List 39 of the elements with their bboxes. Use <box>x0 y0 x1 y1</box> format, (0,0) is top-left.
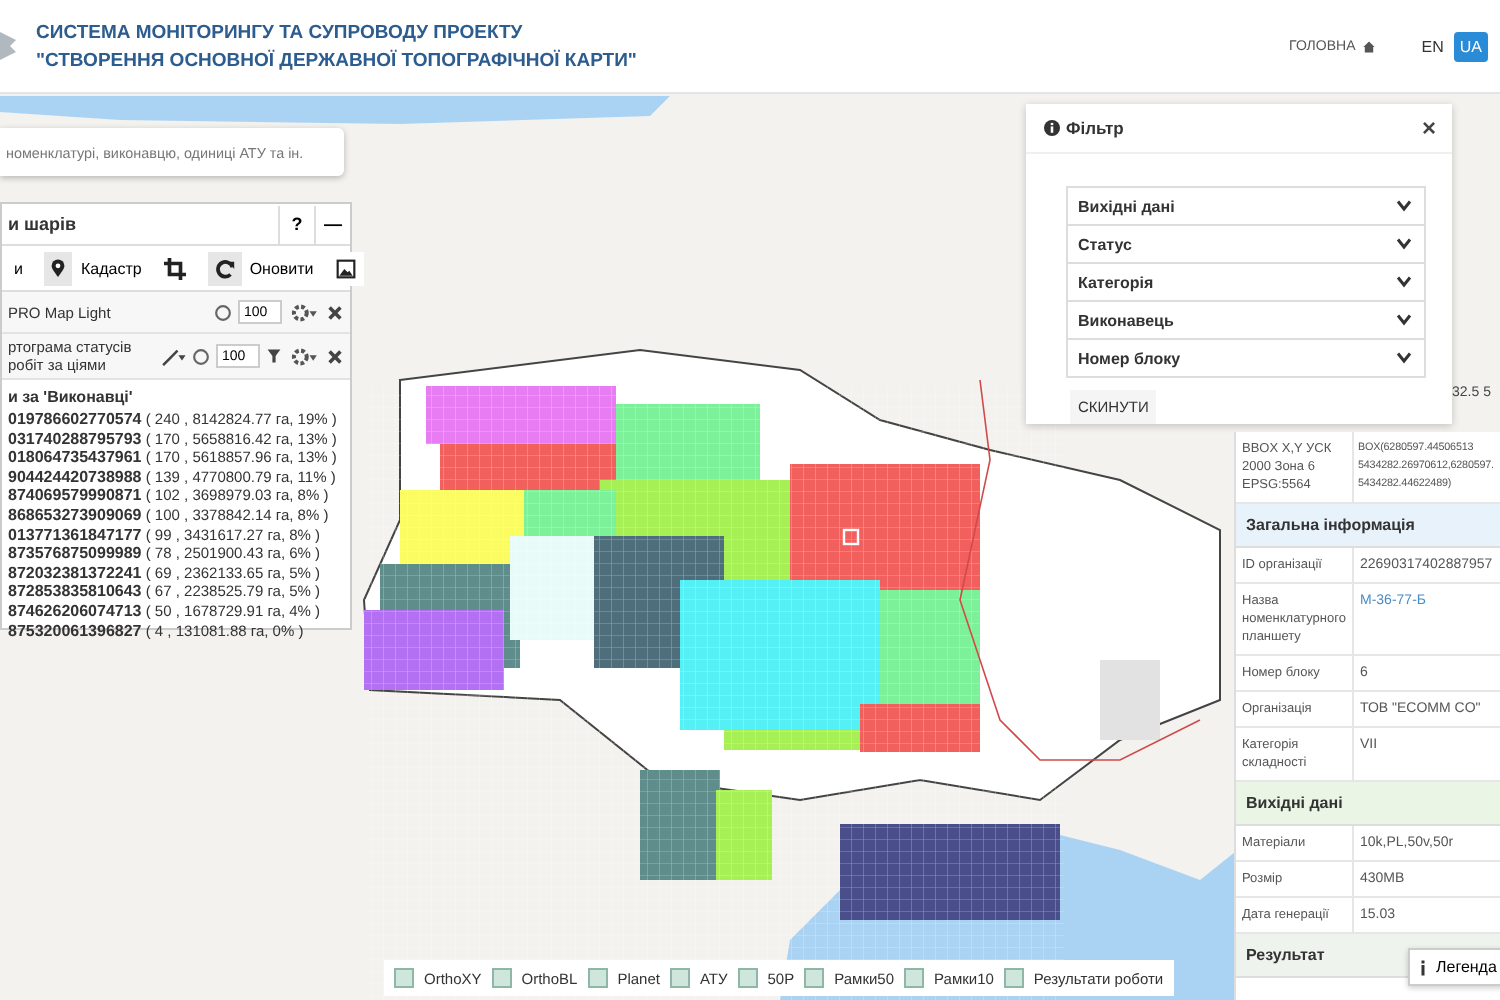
legend-title: и за 'Виконавці' <box>6 386 135 410</box>
filter-section[interactable]: Вихідні дані <box>1068 188 1424 226</box>
filter-title: Фільтр <box>1066 118 1126 138</box>
layer-checkbox[interactable] <box>804 968 825 988</box>
section-header: Вихідні дані <box>1236 782 1500 826</box>
close-icon[interactable] <box>326 303 344 321</box>
layer-checkbox[interactable] <box>587 968 608 988</box>
layer-checkbox[interactable] <box>904 968 925 988</box>
site-title: СИСТЕМА МОНІТОРИНГУ ТА СУПРОВОДУ ПРОЕКТУ <box>36 21 525 43</box>
close-icon[interactable] <box>326 347 344 365</box>
map-pin-icon <box>50 257 67 279</box>
home-icon <box>1361 39 1376 53</box>
panel-title: и шарів <box>8 214 79 234</box>
refresh-icon <box>213 257 236 279</box>
filter-section[interactable]: Категорія <box>1068 264 1424 302</box>
site-title: "СТВОРЕННЯ ОСНОВНОЇ ДЕРЖАВНОЇ ТОПОГРАФІЧНОЇ КАРТИ" <box>36 49 637 71</box>
close-button[interactable]: × <box>1417 114 1440 142</box>
section-header: Загальна інформація <box>1236 504 1500 548</box>
gear-icon[interactable] <box>288 301 320 323</box>
image-icon <box>335 257 356 279</box>
visibility-toggle[interactable] <box>192 347 210 365</box>
crop-icon <box>163 257 186 279</box>
gear-icon[interactable] <box>288 345 320 367</box>
language-option[interactable]: EN <box>1415 31 1450 61</box>
info-icon <box>1044 120 1060 136</box>
layer-checkbox[interactable] <box>669 968 690 988</box>
filter-icon[interactable] <box>266 348 282 364</box>
layer-checkbox[interactable] <box>1003 968 1024 988</box>
language-option[interactable]: UA <box>1453 31 1488 61</box>
filter-section[interactable]: Статус <box>1068 226 1424 264</box>
brush-icon[interactable] <box>160 347 186 365</box>
visibility-toggle[interactable] <box>214 303 232 321</box>
info-icon <box>1420 959 1426 975</box>
legend-button[interactable]: Легенда <box>1408 948 1500 986</box>
layer-checkbox[interactable] <box>491 968 512 988</box>
layer-checkbox[interactable] <box>737 968 758 988</box>
filter-section[interactable]: Номер блоку <box>1068 340 1424 376</box>
filter-section[interactable]: Виконавець <box>1068 302 1424 340</box>
layer-checkbox[interactable] <box>394 968 414 988</box>
